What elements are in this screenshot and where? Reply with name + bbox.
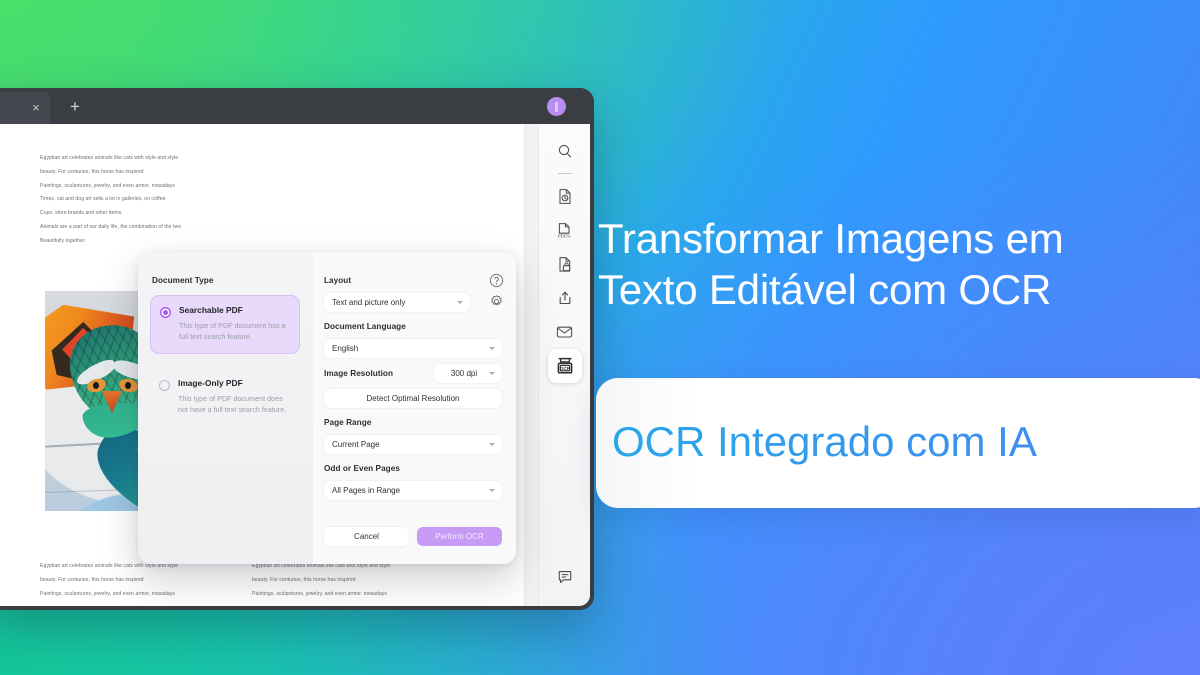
search-icon [558, 144, 571, 158]
layout-value: Text and picture only [332, 298, 406, 307]
dialog-right-pane: Layout Text and picture only Document La… [313, 252, 516, 564]
option-description: This type of PDF document does not have … [178, 394, 287, 415]
history-document-icon [558, 188, 571, 204]
image-resolution-label: Image Resolution [324, 369, 394, 378]
sidebar-item-history[interactable] [548, 179, 582, 213]
document-paragraph-bottom-right: Egyptian art celebrates animals like cat… [252, 560, 482, 601]
document-language-value: English [332, 344, 359, 353]
app-window: × + Egyptian art celebrates animals like… [0, 88, 594, 610]
chevron-down-icon [457, 301, 463, 304]
pdfa-icon: PDF/A [558, 222, 571, 238]
perform-ocr-button[interactable]: Perform OCR [417, 527, 502, 546]
document-text-line: Paintings, sculpotures, jewelry, and eve… [40, 182, 175, 189]
layout-label: Layout [324, 276, 352, 285]
chevron-down-icon [489, 443, 495, 446]
document-text-line: Times, cat and dog art sells a lot in ga… [40, 196, 166, 203]
option-image-only-pdf[interactable]: Image-Only PDF This type of PDF document… [150, 369, 300, 426]
promo-card-text: OCR Integrado com IA [612, 411, 1037, 473]
detect-resolution-label: Detect Optimal Resolution [366, 394, 460, 403]
headline: Transformar Imagens em Texto Editável co… [598, 213, 1188, 315]
page-range-select[interactable]: Current Page [324, 435, 502, 454]
svg-text:OCR: OCR [559, 366, 570, 371]
share-icon [559, 291, 570, 305]
sidebar-divider [557, 173, 572, 174]
sidebar-item-protect[interactable] [548, 247, 582, 281]
detect-optimal-resolution-button[interactable]: Detect Optimal Resolution [324, 389, 502, 408]
document-text-line: Egyptian art celebrates animals like cat… [40, 155, 179, 161]
image-resolution-value: 300 dpi [450, 369, 478, 378]
comment-icon [558, 571, 571, 584]
radio-searchable-pdf-icon[interactable] [160, 307, 171, 318]
window-body: Egyptian art celebrates animals like cat… [0, 124, 590, 606]
document-text-line: Cups, store brands and other items. [40, 210, 123, 217]
sidebar-item-pdfa[interactable]: PDF/A [548, 213, 582, 247]
document-paragraph-bottom-left: Egyptian art celebrates animals like cat… [40, 560, 260, 601]
sidebar-item-comment[interactable] [548, 560, 582, 594]
tool-sidebar: PDF/A OCR [538, 124, 590, 606]
chevron-down-icon [489, 372, 495, 375]
ocr-icon: OCR [557, 357, 572, 374]
document-text-line: Paintings, sculpotures, jewelry, and eve… [252, 590, 387, 597]
document-language-select[interactable]: English [324, 339, 502, 358]
chevron-down-icon [489, 347, 495, 350]
lock-document-icon [558, 256, 570, 272]
document-paragraph-top-left: Egyptian art celebrates animals like cat… [40, 152, 260, 249]
avatar[interactable] [547, 97, 566, 116]
cancel-button[interactable]: Cancel [324, 527, 409, 546]
close-tab-icon[interactable]: × [28, 100, 44, 116]
option-description: This type of PDF document has a full tex… [179, 321, 286, 342]
option-title: Searchable PDF [179, 305, 243, 315]
document-text-line: beauty. For centuries, this horse has in… [40, 576, 144, 583]
image-resolution-select[interactable]: 300 dpi [434, 364, 502, 383]
cancel-label: Cancel [354, 532, 379, 541]
radio-image-only-pdf-icon[interactable] [159, 380, 170, 391]
mail-icon [556, 326, 573, 338]
option-title: Image-Only PDF [178, 378, 243, 388]
gear-icon[interactable] [489, 294, 504, 309]
odd-or-even-pages-value: All Pages in Range [332, 486, 401, 495]
svg-text:PDF/A: PDF/A [558, 233, 571, 238]
page-range-label: Page Range [324, 418, 372, 427]
page-range-value: Current Page [332, 440, 380, 449]
document-language-label: Document Language [324, 322, 406, 331]
sidebar-item-email[interactable] [548, 315, 582, 349]
window-titlebar: × + [0, 88, 594, 124]
headline-line-1: Transformar Imagens em [598, 215, 1064, 262]
document-text-line: beauty. For centuries, this horse has in… [40, 168, 144, 175]
chevron-down-icon [489, 489, 495, 492]
sidebar-item-search[interactable] [548, 134, 582, 168]
ocr-settings-dialog: Document Type Searchable PDF This type o… [138, 252, 516, 564]
document-text-line: Beautifully together. [40, 237, 86, 244]
sidebar-item-ocr[interactable]: OCR [547, 349, 582, 383]
perform-ocr-label: Perform OCR [435, 532, 484, 541]
help-icon[interactable] [489, 273, 504, 288]
new-tab-icon[interactable]: + [66, 98, 84, 116]
option-searchable-pdf[interactable]: Searchable PDF This type of PDF document… [150, 295, 300, 354]
promo-card: OCR Integrado com IA [596, 378, 1200, 508]
sidebar-item-share[interactable] [548, 281, 582, 315]
odd-or-even-pages-label: Odd or Even Pages [324, 464, 400, 473]
promotional-banner: × + Egyptian art celebrates animals like… [0, 0, 1200, 675]
dialog-left-pane: Document Type Searchable PDF This type o… [138, 252, 313, 564]
layout-select[interactable]: Text and picture only [324, 293, 470, 312]
document-text-line: beauty. For centuries, this horse has in… [252, 576, 356, 583]
document-text-line: Paintings, sculpotures, jewelry, and eve… [40, 590, 175, 597]
odd-or-even-pages-select[interactable]: All Pages in Range [324, 481, 502, 500]
document-type-label: Document Type [152, 276, 214, 285]
document-text-line: Animals are a part of our daily life, th… [40, 223, 182, 230]
headline-line-2: Texto Editável com OCR [598, 266, 1052, 313]
